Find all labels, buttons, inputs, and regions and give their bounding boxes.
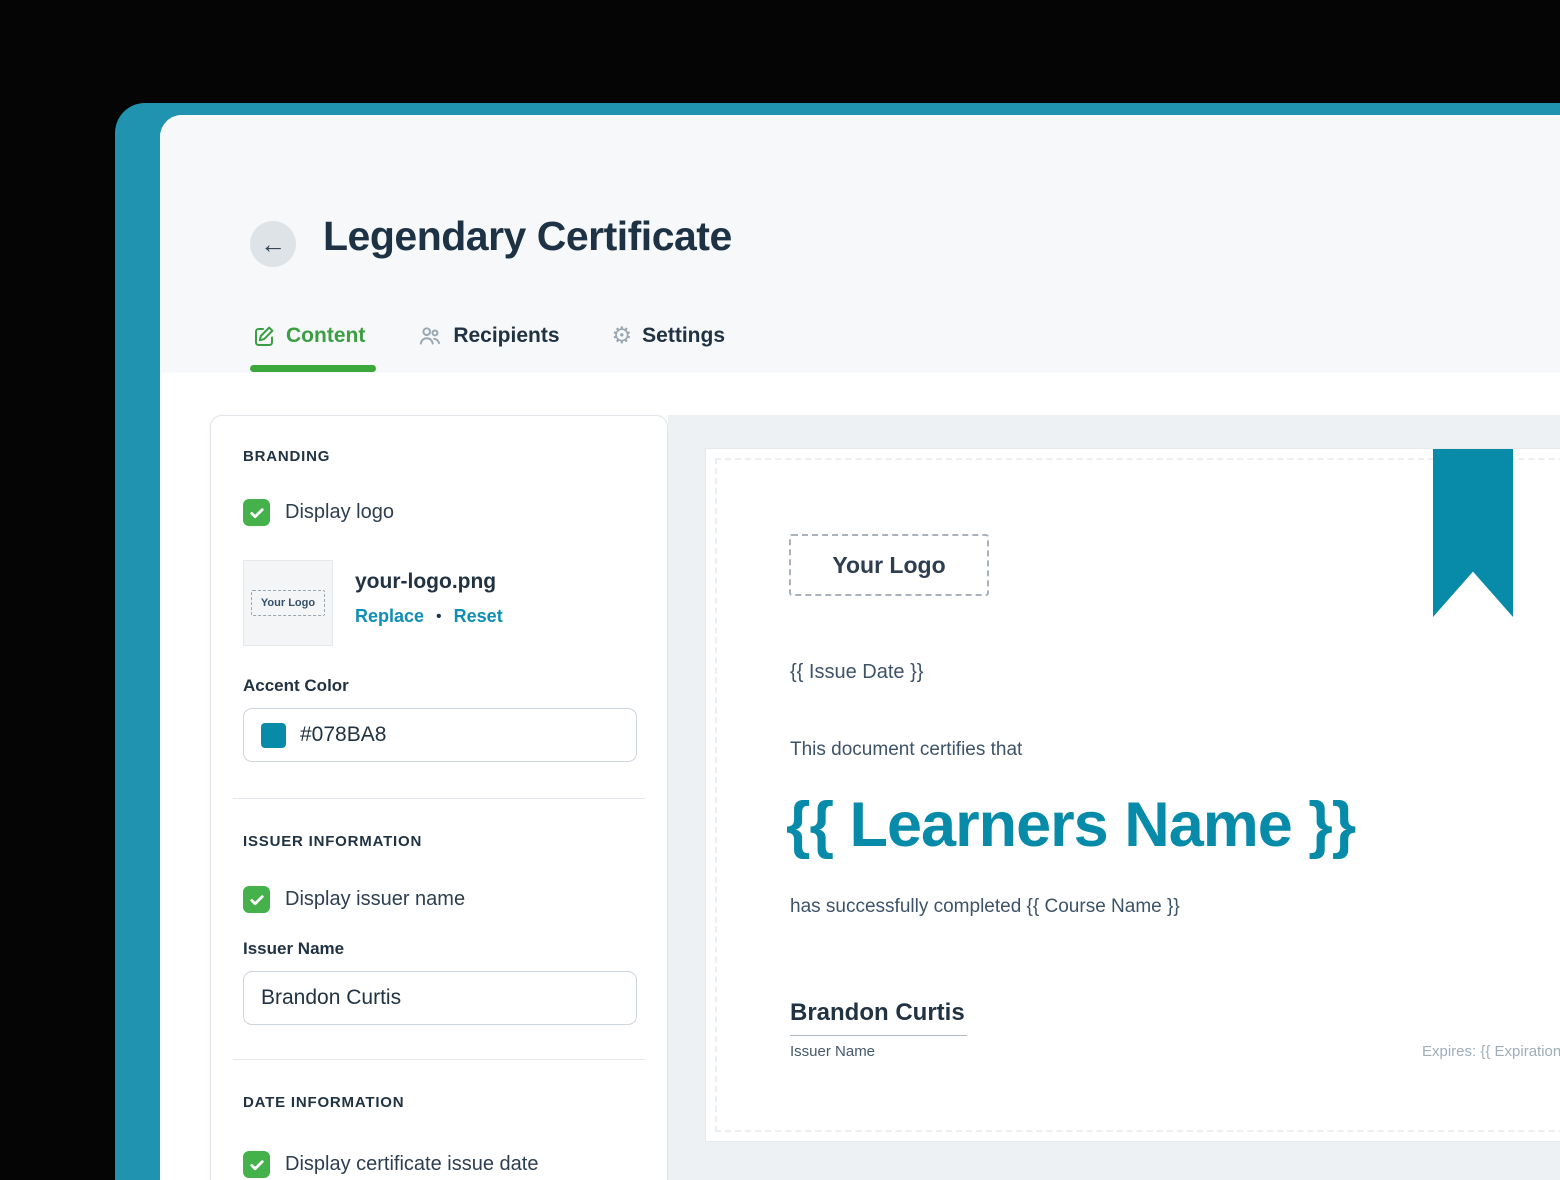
certificate-completed-text: has successfully completed {{ Course Nam… [790, 896, 1180, 917]
section-divider [233, 1059, 645, 1060]
certificate-card: Your Logo {{ Issue Date }} This document… [705, 448, 1560, 1142]
tab-recipients-label: Recipients [453, 324, 560, 347]
users-icon [417, 323, 443, 349]
accent-color-input[interactable] [243, 708, 637, 762]
certificate-signature-name: Brandon Curtis [790, 999, 967, 1036]
logo-filename: your-logo.png [355, 570, 497, 593]
accent-color-label: Accent Color [243, 676, 349, 695]
date-section-heading: DATE INFORMATION [243, 1094, 405, 1111]
screen: ← Legendary Certificate Content Recipien… [0, 0, 1560, 1180]
section-divider [233, 798, 645, 799]
certificate-issue-date-token: {{ Issue Date }} [790, 661, 924, 683]
active-tab-underline [250, 365, 376, 372]
certificate-preview-pane: Your Logo {{ Issue Date }} This document… [668, 415, 1560, 1180]
certificate-certifies-text: This document certifies that [790, 739, 1023, 760]
app-window: ← Legendary Certificate Content Recipien… [160, 115, 1560, 1180]
reset-logo-link[interactable]: Reset [454, 606, 503, 627]
display-logo-row: Display logo [243, 499, 635, 526]
gear-icon: ⚙ [611, 322, 633, 349]
logo-links: Replace • Reset [355, 606, 503, 627]
tab-settings[interactable]: ⚙ Settings [612, 324, 725, 348]
certificate-logo-placeholder: Your Logo [789, 534, 989, 596]
display-logo-checkbox[interactable] [243, 499, 270, 526]
display-issuer-checkbox[interactable] [243, 886, 270, 913]
certificate-issuer-label: Issuer Name [790, 1043, 876, 1060]
certificate-expires-text: Expires: {{ Expiration Date }} [1422, 1043, 1560, 1060]
display-issue-date-label: Display certificate issue date [285, 1153, 539, 1175]
edit-icon [252, 324, 276, 348]
tab-settings-label: Settings [642, 324, 725, 347]
logo-meta: your-logo.png Replace • Reset [355, 560, 503, 646]
tab-content[interactable]: Content [252, 324, 365, 348]
issuer-name-input-box [243, 971, 637, 1025]
logo-thumbnail-placeholder: Your Logo [250, 590, 326, 616]
logo-thumbnail: Your Logo [243, 560, 333, 646]
certificate-learner-name-token: {{ Learners Name }} [786, 790, 1356, 860]
branding-sidebar: BRANDING Display logo Your Logo your-log… [210, 415, 668, 1180]
arrow-left-icon: ← [260, 229, 286, 259]
back-button[interactable]: ← [250, 221, 296, 267]
display-issuer-row: Display issuer name [243, 886, 635, 913]
accent-color-swatch [261, 722, 286, 748]
tab-bar: Content Recipients ⚙ Settings [252, 323, 725, 349]
display-issuer-label: Display issuer name [285, 888, 466, 910]
dot-separator: • [436, 607, 442, 625]
tab-recipients[interactable]: Recipients [417, 323, 560, 349]
display-logo-label: Display logo [285, 501, 394, 523]
tab-content-label: Content [286, 324, 366, 347]
page-title: Legendary Certificate [323, 213, 732, 259]
certificate-logo-text: Your Logo [832, 551, 946, 578]
check-icon [249, 507, 264, 518]
branding-section-heading: BRANDING [243, 448, 331, 465]
display-issue-date-checkbox[interactable] [243, 1151, 270, 1178]
issuer-name-label: Issuer Name [243, 939, 345, 958]
check-icon [249, 1159, 264, 1170]
accent-color-value-field[interactable] [300, 723, 619, 747]
header: ← Legendary Certificate Content Recipien… [160, 115, 1560, 373]
logo-upload-row: Your Logo your-logo.png Replace • Reset [243, 560, 635, 646]
issuer-section-heading: ISSUER INFORMATION [243, 833, 423, 850]
display-issue-date-row: Display certificate issue date [243, 1151, 635, 1178]
check-icon [249, 894, 264, 905]
replace-logo-link[interactable]: Replace [355, 606, 424, 627]
issuer-name-field[interactable] [261, 986, 619, 1010]
app-window-frame: ← Legendary Certificate Content Recipien… [115, 103, 1560, 1180]
ribbon-bookmark-icon [1433, 449, 1513, 617]
